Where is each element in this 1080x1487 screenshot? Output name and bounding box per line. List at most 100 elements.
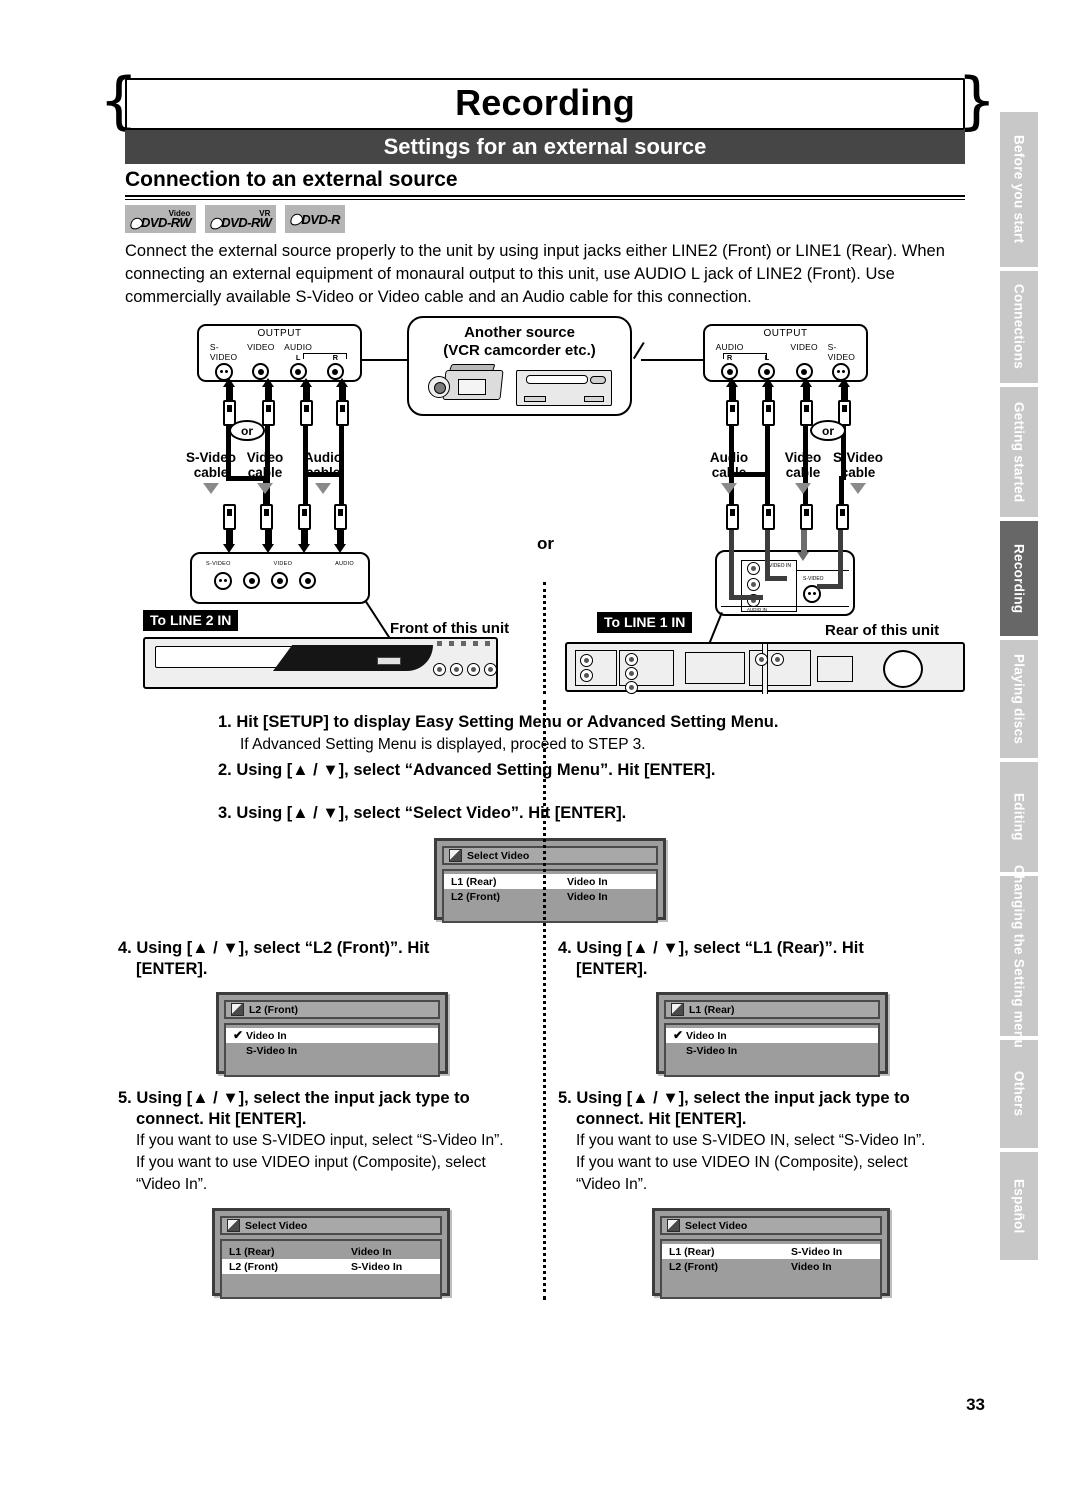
osd-window-icon [449,849,462,862]
right-jack-audio-label: AUDIO [715,342,744,352]
rear-coaxial-block [817,656,853,682]
osd-title: Select Video [245,1219,308,1232]
right-plug-audio-r-bottom [726,504,739,530]
right-jack-svideo-label: S-VIDEO [827,342,856,362]
front-video-jack-icon [450,663,463,676]
right-plug-audio-l-top [762,400,775,426]
left-jack-svideo: S-VIDEO [210,342,237,381]
badge-dvd-rw-vr: VR DVD-RW [205,205,277,233]
right-cable-audio-l-drop [765,472,770,508]
tab-getting-started[interactable]: Getting started [1000,387,1038,517]
source-device-illustrations [427,364,612,406]
osd-row-name: L2 (Front) [669,1260,718,1273]
osd-titlebar: Select Video [660,1216,882,1235]
disc-format-badges: Video DVD-RW VR DVD-RW DVD-R [125,205,346,233]
front-input-jack-panel: S-VIDEO VIDEO AUDIO [190,552,370,604]
front-leader-line [365,600,391,639]
left-plug-audio-l-bottom [298,504,311,530]
right-step-5-note1: If you want to use S-VIDEO IN, select “S… [576,1132,926,1149]
right-arrow-1-icon [726,378,738,387]
rear-divider-line-2 [721,606,849,608]
left-step-5-note3: “Video In”. [136,1176,208,1193]
rear-l1-audio-r-jack-icon [625,681,638,694]
left-arrow-1-icon [223,378,235,387]
tab-playing-discs[interactable]: Playing discs [1000,640,1038,758]
down-triangle-icon [257,483,273,494]
left-plug-audio-r-bottom [334,504,347,530]
osd-row-value: Video In [351,1245,392,1258]
tab-changing-the-setting-menu[interactable]: Changing the Setting menu [1000,865,1038,1048]
osd-select-video-step5-left: Select Video L1 (Rear) Video In L2 (Fron… [212,1208,450,1299]
osd-option-list: ✔ Video In S-Video In [664,1023,880,1077]
to-line-1-in-tag: To LINE 1 IN [597,612,693,633]
left-output-title: OUTPUT [257,328,302,339]
osd-window-icon [671,1003,684,1016]
osd-row[interactable]: L1 (Rear) Video In [444,874,656,889]
osd-titlebar: L1 (Rear) [664,1000,880,1019]
tab-others[interactable]: Others [1000,1040,1038,1148]
rear-route-audio-l-h [765,576,787,581]
badge-main: DVD-RW [129,215,192,231]
front-jack-label-svideo: S-VIDEO [206,561,231,567]
rear-video-arrow-icon [797,552,809,561]
source-callout-line2: (VCR camcorder etc.) [443,342,596,359]
osd-row[interactable]: L1 (Rear) Video In [222,1244,440,1259]
front-buttons [377,657,401,665]
osd-row[interactable]: S-Video In [226,1043,438,1058]
rear-out-audio-jack-icon [771,653,784,666]
tab-before-you-start[interactable]: Before you start [1000,112,1038,267]
rear-video-in-jack-icon [747,562,760,575]
tab-label: Before you start [1011,135,1027,244]
osd-row[interactable]: L2 (Front) Video In [662,1259,880,1274]
left-plug-video-top [262,400,275,426]
osd-row-name: L1 (Rear) [669,1245,715,1258]
osd-titlebar: L2 (Front) [224,1000,440,1019]
connection-diagram: OUTPUT S-VIDEO VIDEO AUDIO L R or S-Vide… [125,312,965,702]
right-step-4-line2: [ENTER]. [576,960,648,978]
tab-espanol[interactable]: Español [1000,1152,1038,1260]
tab-label: Changing the Setting menu [1011,864,1027,1048]
tab-editing[interactable]: Editing [1000,762,1038,872]
rear-route-svideo-h [817,584,843,589]
left-cable-label-svideo: S-Video cable [183,450,239,494]
osd-row-value: Video In [791,1260,832,1273]
chapter-title-banner: { } Recording [99,70,996,132]
rear-audio-l-jack-icon [747,578,760,591]
rear-of-unit-caption: Rear of this unit [825,622,940,639]
left-cable-label-video: Video cable [239,450,291,494]
right-step-5-note2: If you want to use VIDEO IN (Composite),… [576,1154,908,1171]
left-cable-label-audio-l2: cable [305,465,341,480]
left-step-4-line1: 4. Using [▲ / ▼], select “L2 (Front)”. H… [118,939,430,957]
osd-row[interactable]: S-Video In [666,1043,878,1058]
front-of-unit-caption: Front of this unit [390,620,510,637]
osd-window-icon [227,1219,240,1232]
osd-row[interactable]: ✔ Video In [226,1028,438,1043]
tab-label: Getting started [1011,401,1027,503]
subsection-title: Connection to an external source [125,168,458,191]
osd-select-video-step3: Select Video L1 (Rear) Video In L2 (Fron… [434,838,666,923]
left-arrow-3-icon [300,378,312,387]
osd-row[interactable]: L2 (Front) Video In [444,889,656,904]
osd-row[interactable]: ✔ Video In [666,1028,878,1043]
tab-recording[interactable]: Recording [1000,521,1038,636]
front-display-panel [273,645,433,671]
tab-connections[interactable]: Connections [1000,271,1038,383]
osd-title: Select Video [467,849,530,862]
tab-label: Recording [1011,543,1027,614]
right-jack-audio-l: L [754,342,780,380]
left-jack-audio-r: R [322,342,348,380]
rear-power-cord [762,644,768,694]
to-line-2-in-tag: To LINE 2 IN [143,610,239,631]
right-plug-audio-l-bottom [762,504,775,530]
tab-label: Editing [1011,793,1027,841]
osd-row[interactable]: L1 (Rear) S-Video In [662,1244,880,1259]
left-cable-label-video-l2: cable [247,465,283,480]
front-rca-connector-icon [299,572,316,589]
osd-row[interactable]: L2 (Front) S-Video In [222,1259,440,1274]
osd-window-icon [231,1003,244,1016]
right-arrow-4-icon [838,378,850,387]
osd-row-value: S-Video In [351,1260,403,1273]
badge-main: DVD-RW [209,215,272,231]
badge-main: DVD-R [289,212,341,227]
middle-or-label: or [537,534,554,553]
